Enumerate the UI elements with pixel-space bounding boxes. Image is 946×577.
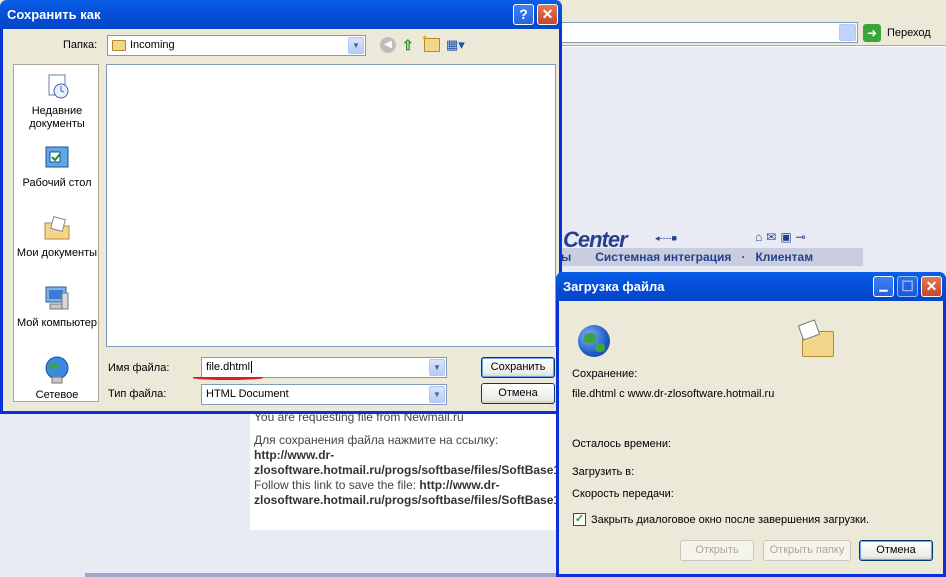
save-button[interactable]: Сохранить (481, 357, 555, 378)
red-annotation-underline (193, 376, 263, 380)
download-dialog-title: Загрузка файла (563, 279, 665, 294)
folder-with-document-icon (802, 331, 834, 357)
look-in-value: Incoming (130, 39, 175, 51)
desktop-icon (45, 146, 69, 168)
close-on-complete-label: Закрыть диалоговое окно после завершения… (591, 514, 870, 526)
ru-instruction: Для сохранения файла нажмите на ссылку: … (254, 433, 561, 477)
chevron-down-icon[interactable]: ▼ (429, 386, 445, 403)
globe-icon (578, 325, 610, 357)
file-type-value: HTML Document (206, 388, 289, 400)
saving-value: file.dhtml с www.dr-zlosoftware.hotmail.… (572, 388, 775, 400)
ru-download-link[interactable]: http://www.dr-zlosoftware.hotmail.ru/pro… (254, 448, 560, 477)
my-documents-icon (44, 216, 70, 240)
back-icon[interactable]: ◀ (380, 37, 396, 53)
banner-nav-icons: ⌂ ✉ ▣ ⊸ (755, 230, 806, 244)
save-dialog-titlebar[interactable]: Сохранить как ? ✕ (0, 0, 562, 29)
place-label-desktop: Рабочий стол (22, 177, 92, 189)
save-as-dialog: Сохранить как ? ✕ Папка: Incoming ▼ ◀ ⇧ … (0, 0, 562, 414)
help-icon[interactable]: ▣ (780, 230, 791, 244)
chevron-down-icon[interactable]: ▼ (348, 37, 364, 54)
close-button[interactable]: ✕ (921, 276, 942, 297)
download-to-label: Загрузить в: (572, 466, 635, 478)
file-download-dialog: Загрузка файла ▁ ☐ ✕ Сохранение: file.dh… (556, 272, 946, 577)
place-desktop[interactable]: Рабочий стол (14, 143, 98, 190)
minimize-button[interactable]: ▁ (873, 276, 894, 297)
look-in-dropdown[interactable]: Incoming ▼ (107, 35, 366, 56)
file-type-dropdown[interactable]: HTML Document ▼ (201, 384, 447, 405)
close-on-complete-checkbox[interactable]: ✓ (573, 513, 586, 526)
file-name-label: Имя файла: (108, 362, 170, 374)
file-type-label: Тип файла: (108, 388, 167, 400)
menu-item-system-integration[interactable]: Системная интеграция (595, 250, 731, 264)
file-name-value: file.dhtml (206, 361, 251, 373)
save-dialog-title: Сохранить как (7, 7, 101, 22)
saving-label: Сохранение: (572, 368, 638, 380)
open-folder-button: Открыть папку (763, 540, 851, 561)
en-instruction: Follow this link to save the file: http:… (254, 478, 561, 507)
place-label-my-documents: Мои документы (16, 247, 98, 259)
banner-menu: ы Системная интеграция · Клиентам (555, 248, 863, 266)
mail-icon[interactable]: ✉ (766, 230, 776, 244)
folder-icon (112, 40, 126, 51)
look-in-label: Папка: (63, 39, 98, 51)
file-name-input[interactable]: file.dhtml ▼ (201, 357, 447, 378)
views-menu-icon[interactable]: ▦▾ (446, 37, 468, 53)
home-icon[interactable]: ⌂ (755, 230, 762, 244)
recent-documents-icon (48, 74, 69, 99)
my-computer-icon (45, 286, 69, 310)
download-dialog-body: Сохранение: file.dhtml с www.dr-zlosoftw… (559, 301, 943, 577)
up-folder-icon[interactable]: ⇧ (402, 37, 418, 53)
place-network[interactable]: Сетевое (14, 355, 98, 401)
open-button: Открыть (680, 540, 754, 561)
place-label-my-computer: Мой компьютер (16, 317, 98, 329)
key-icon[interactable]: ⊸ (796, 230, 806, 244)
cancel-button[interactable]: Отмена (481, 383, 555, 404)
time-left-label: Осталось времени: (572, 438, 672, 450)
close-button[interactable]: ✕ (537, 4, 558, 25)
download-dialog-titlebar[interactable]: Загрузка файла ▁ ☐ ✕ (556, 272, 946, 301)
nav-toolbar: ◀ ⇧ ▦▾ (380, 33, 468, 53)
menu-separator: · (741, 250, 746, 264)
place-my-documents[interactable]: Мои документы (14, 213, 98, 260)
download-cancel-button[interactable]: Отмена (859, 540, 933, 561)
page-text: You are requesting file from Newmail.ru … (254, 410, 561, 508)
go-arrow-icon: ➜ (863, 23, 881, 42)
file-list[interactable] (106, 64, 556, 347)
place-recent[interactable]: Недавние документы (14, 71, 98, 131)
menu-item-clients[interactable]: Клиентам (755, 250, 813, 264)
go-label: Переход (887, 26, 931, 39)
new-folder-icon[interactable] (421, 33, 440, 52)
places-bar: Недавние документы Рабочий стол Мои доку… (13, 64, 99, 402)
place-my-computer[interactable]: Мой компьютер (14, 283, 98, 330)
address-bar[interactable] (540, 22, 858, 43)
go-button[interactable]: ➜ Переход (863, 22, 943, 43)
place-label-recent: Недавние документы (29, 105, 85, 130)
logo-decoration-icon: ◂----■ (655, 233, 677, 243)
chevron-down-icon[interactable]: ▼ (429, 359, 445, 376)
menu-item-partial[interactable]: ы (561, 250, 571, 264)
transfer-rate-label: Скорость передачи: (572, 488, 674, 500)
site-banner: Center ◂----■ ⌂ ✉ ▣ ⊸ ы Системная интегр… (555, 227, 863, 267)
maximize-button: ☐ (897, 276, 918, 297)
text-caret (251, 361, 253, 373)
screen: ➜ Переход Center ◂----■ ⌂ ✉ ▣ ⊸ ы Систем… (0, 0, 946, 577)
save-dialog-body: Папка: Incoming ▼ ◀ ⇧ ▦▾ Недавние докуме… (3, 29, 559, 411)
help-button[interactable]: ? (513, 4, 534, 25)
network-icon (45, 356, 69, 384)
address-dropdown-icon[interactable] (839, 24, 856, 41)
place-label-network: Сетевое (35, 389, 79, 401)
